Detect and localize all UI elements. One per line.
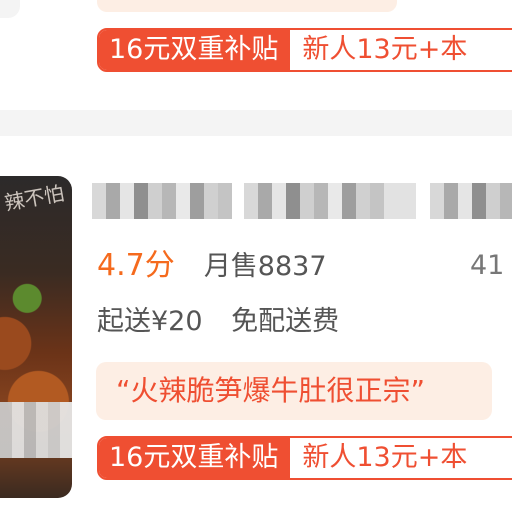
- store-list: 16元双重补贴 新人13元+本 辣不怕 4.7分 月售8837 41 起送¥20…: [0, 0, 512, 512]
- promo-newuser-label: 新人13元+本: [302, 442, 468, 473]
- rating-row: 4.7分 月售8837: [97, 246, 327, 286]
- promo-tag: 16元双重补贴 新人13元+本: [97, 28, 512, 72]
- thumbnail-fragment: [0, 0, 20, 18]
- review-quote: “火辣脆笋爆牛肚很正宗”: [96, 362, 492, 420]
- review-quote-fragment: [97, 0, 397, 12]
- thumbnail-mosaic: [0, 402, 72, 458]
- store-card[interactable]: 辣不怕 4.7分 月售8837 41 起送¥20 免配送费 “火辣脆笋爆牛肚很正…: [0, 136, 512, 512]
- delivery-time: 41: [470, 250, 505, 281]
- blurred-text: [430, 183, 512, 219]
- thumbnail-watermark: 辣不怕: [2, 180, 66, 216]
- blurred-text: [244, 183, 416, 219]
- min-order: 起送¥20: [97, 306, 203, 337]
- promo-subsidy-label: 16元双重补贴: [99, 438, 291, 478]
- store-card-previous[interactable]: 16元双重补贴 新人13元+本: [0, 0, 512, 110]
- card-divider: [0, 110, 512, 136]
- store-name-blurred[interactable]: [92, 183, 512, 219]
- delivery-fee: 免配送费: [231, 306, 340, 337]
- store-rating: 4.7分: [97, 248, 175, 283]
- promo-tag: 16元双重补贴 新人13元+本: [97, 436, 512, 480]
- promo-newuser-label: 新人13元+本: [302, 34, 468, 65]
- promo-subsidy-label: 16元双重补贴: [99, 30, 291, 70]
- store-thumbnail[interactable]: 辣不怕: [0, 176, 72, 498]
- monthly-sales: 月售8837: [203, 251, 327, 282]
- blurred-text: [92, 183, 232, 219]
- delivery-info-row: 起送¥20 免配送费: [97, 302, 339, 342]
